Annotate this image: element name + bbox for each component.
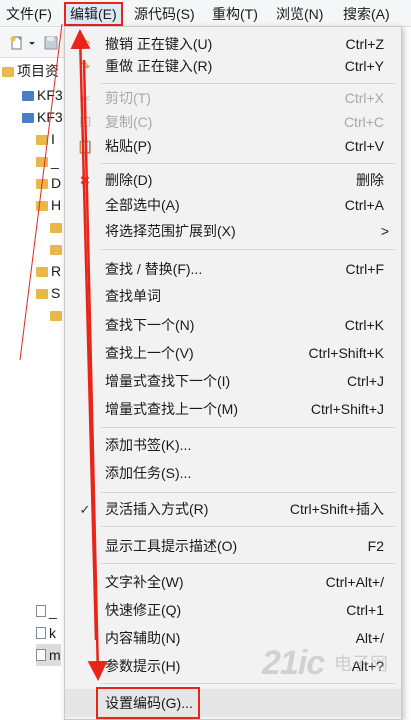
menu-item-cut[interactable]: ✂ 剪切(T) Ctrl+X <box>65 85 401 111</box>
folder-icon <box>50 245 62 255</box>
folder-icon <box>36 157 48 167</box>
menu-item-find-replace[interactable]: 查找 / 替换(F)... Ctrl+F <box>65 256 401 282</box>
project-icon <box>22 91 34 101</box>
menu-separator <box>101 492 395 493</box>
check-icon: ✓ <box>79 502 91 517</box>
menu-item-paste[interactable]: 📋 粘贴(P) Ctrl+V <box>65 133 401 159</box>
menu-item-copy[interactable]: ❐ 复制(C) Ctrl+C <box>65 109 401 135</box>
toolbar <box>0 28 66 58</box>
menu-item-delete[interactable]: ✖ 删除(D) 删除 <box>65 167 401 193</box>
copy-icon: ❐ <box>79 115 91 130</box>
menu-refactor[interactable]: 重构(T) <box>212 4 258 24</box>
tree-item[interactable]: k <box>36 622 56 644</box>
tree-item[interactable]: _ <box>36 150 59 172</box>
menu-item-add-bookmark[interactable]: 添加书签(K)... <box>65 432 401 458</box>
folder-icon <box>36 135 48 145</box>
folder-icon <box>2 67 14 77</box>
file-icon <box>36 627 46 639</box>
chevron-down-icon[interactable] <box>28 36 36 50</box>
folder-icon <box>36 267 48 277</box>
menu-item-redo[interactable]: ↷ 重做 正在键入(R) Ctrl+Y <box>65 53 401 79</box>
delete-icon: ✖ <box>79 173 91 188</box>
folder-icon <box>36 201 48 211</box>
chevron-right-icon: > <box>380 223 389 239</box>
tree-item[interactable]: H <box>36 194 61 216</box>
new-file-icon[interactable] <box>10 36 24 50</box>
tree-item[interactable]: I <box>36 128 55 150</box>
watermark: 21ic 电子网 <box>262 640 410 710</box>
menu-item-show-tooltip[interactable]: 显示工具提示描述(O) F2 <box>65 533 401 559</box>
highlight-box <box>96 687 200 719</box>
menu-file[interactable]: 文件(F) <box>6 4 52 24</box>
menu-separator <box>101 249 395 250</box>
watermark-sub-text: 电子网 <box>334 654 388 674</box>
project-explorer-header: 项目资 <box>2 60 59 82</box>
menu-item-find-next[interactable]: 查找下一个(N) Ctrl+K <box>65 312 401 338</box>
menu-edit[interactable]: 编辑(E) <box>64 2 123 26</box>
file-icon <box>36 605 46 617</box>
paste-icon: 📋 <box>77 139 94 154</box>
project-icon <box>22 113 34 123</box>
undo-icon: ↶ <box>79 37 91 52</box>
menu-separator <box>101 526 395 527</box>
file-icon <box>36 649 46 661</box>
menu-bar: 文件(F) 编辑(E) 源代码(S) 重构(T) 浏览(N) 搜索(A) <box>0 0 411 27</box>
project-explorer: 项目资 KF3 KF3 I _ D H R S _ k m <box>0 58 70 720</box>
folder-icon <box>36 179 48 189</box>
tree-item[interactable]: D <box>36 172 61 194</box>
menu-navigate[interactable]: 浏览(N) <box>276 4 323 24</box>
tree-item[interactable] <box>50 216 65 238</box>
menu-item-select-all[interactable]: 全部选中(A) Ctrl+A <box>65 192 401 218</box>
menu-source[interactable]: 源代码(S) <box>134 4 195 24</box>
edit-menu-dropdown: ↶ 撤销 正在键入(U) Ctrl+Z ↷ 重做 正在键入(R) Ctrl+Y … <box>64 26 402 720</box>
menu-search[interactable]: 搜索(A) <box>343 4 390 24</box>
menu-separator <box>101 427 395 428</box>
save-icon[interactable] <box>44 36 58 50</box>
folder-icon <box>50 311 62 321</box>
menu-separator <box>101 563 395 564</box>
menu-item-word-completion[interactable]: 文字补全(W) Ctrl+Alt+/ <box>65 569 401 595</box>
tree-item[interactable]: _ <box>36 600 57 622</box>
menu-item-expand-selection[interactable]: 将选择范围扩展到(X) > <box>65 218 401 244</box>
tree-item-selected[interactable]: m <box>36 644 61 666</box>
menu-item-find-word[interactable]: 查找单词 <box>65 283 401 309</box>
menu-item-find-previous[interactable]: 查找上一个(V) Ctrl+Shift+K <box>65 340 401 366</box>
folder-icon <box>36 289 48 299</box>
cut-icon: ✂ <box>79 91 91 106</box>
menu-item-quick-fix[interactable]: 快速修正(Q) Ctrl+1 <box>65 597 401 623</box>
folder-icon <box>50 223 62 233</box>
redo-icon: ↷ <box>79 59 91 74</box>
tree-item[interactable]: KF3 <box>22 84 63 106</box>
tree-item[interactable] <box>50 304 65 326</box>
tree-item[interactable]: S <box>36 282 60 304</box>
tree-item[interactable] <box>50 238 65 260</box>
watermark-logo-text: 21ic <box>262 644 325 682</box>
tree-item[interactable]: KF3 <box>22 106 63 128</box>
menu-item-add-task[interactable]: 添加任务(S)... <box>65 460 401 486</box>
menu-item-incremental-find-previous[interactable]: 增量式查找上一个(M) Ctrl+Shift+J <box>65 396 401 422</box>
menu-item-smart-insert[interactable]: ✓ 灵活插入方式(R) Ctrl+Shift+插入 <box>65 496 401 522</box>
menu-separator <box>101 163 395 164</box>
menu-item-incremental-find-next[interactable]: 增量式查找下一个(I) Ctrl+J <box>65 368 401 394</box>
tree-item[interactable]: R <box>36 260 61 282</box>
menu-separator <box>101 83 395 84</box>
